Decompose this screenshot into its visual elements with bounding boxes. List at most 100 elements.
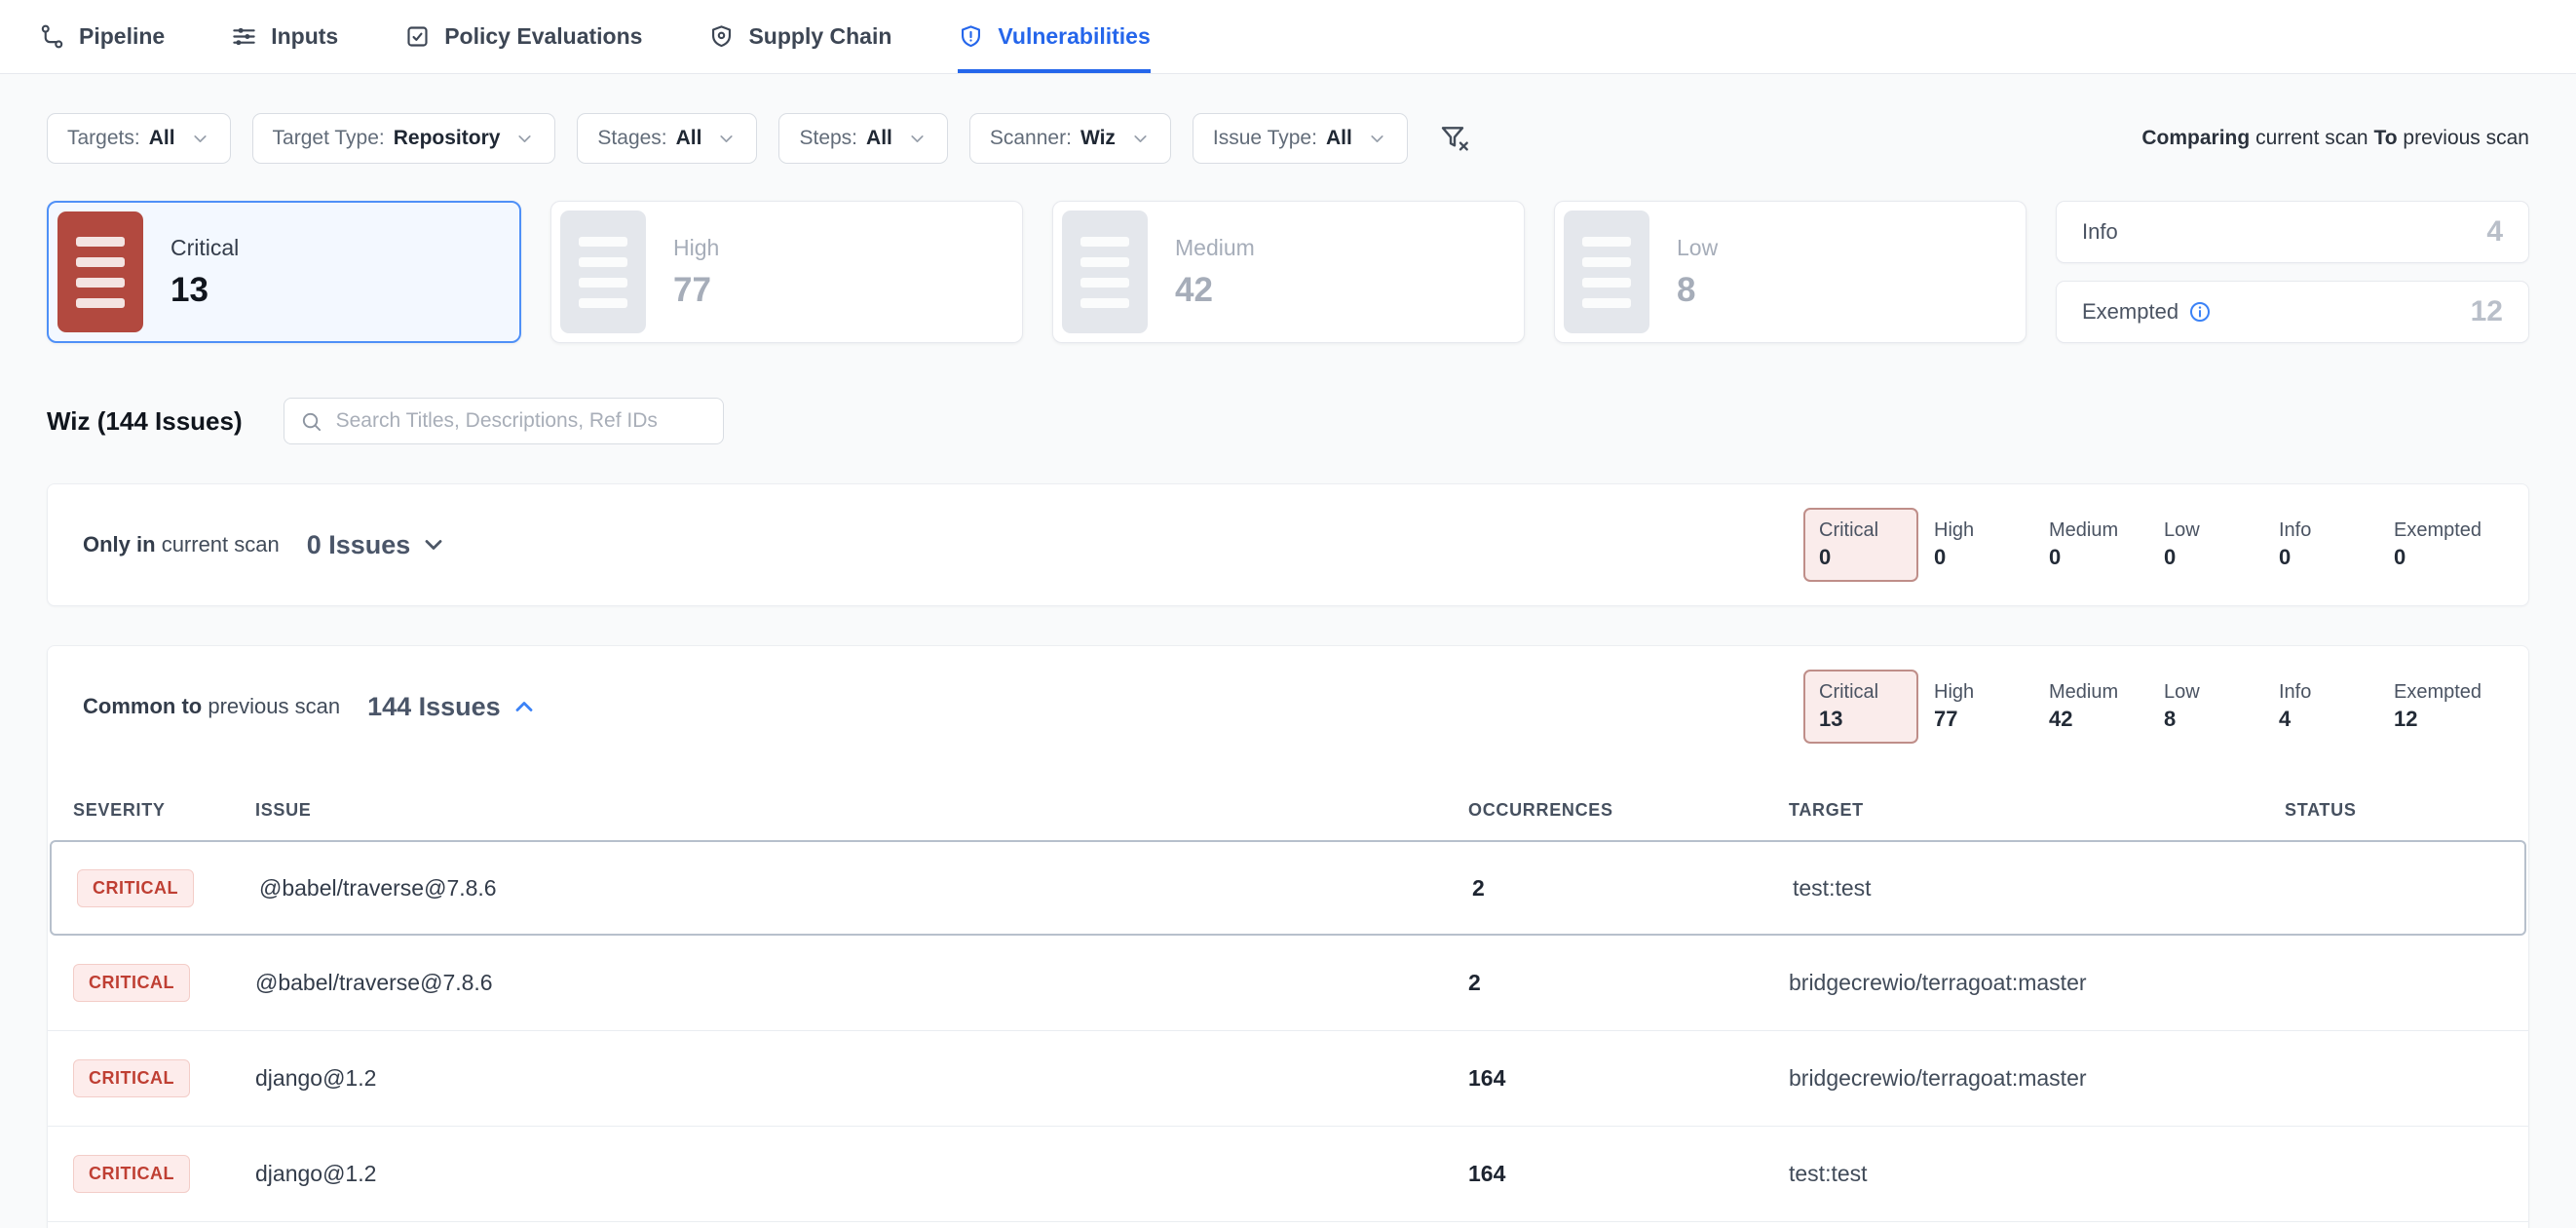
group-count-toggle[interactable]: 144 Issues <box>367 692 538 722</box>
severity-card-low[interactable]: Low 8 <box>1554 201 2027 343</box>
filter-value: Wiz <box>1080 127 1116 150</box>
group-label: Common to previous scan <box>83 694 340 719</box>
chip-high[interactable]: High 77 <box>1918 670 2033 744</box>
chip-critical[interactable]: Critical 0 <box>1803 508 1918 582</box>
filter-label: Stages: <box>597 127 666 150</box>
info-card[interactable]: Info 4 <box>2056 201 2529 263</box>
chip-low[interactable]: Low 8 <box>2148 670 2263 744</box>
search-icon <box>300 410 322 433</box>
group-header: Common to previous scan 144 Issues Criti… <box>48 646 2528 767</box>
chip-exempted[interactable]: Exempted 0 <box>2378 508 2493 582</box>
chevron-down-icon <box>1130 129 1151 149</box>
exempted-card[interactable]: Exempted 12 <box>2056 281 2529 343</box>
filter-issue-type[interactable]: Issue Type: All <box>1193 113 1408 164</box>
group-header: Only in current scan 0 Issues Critical 0… <box>48 484 2528 605</box>
filter-target-type[interactable]: Target Type: Repository <box>252 113 556 164</box>
severity-badge: CRITICAL <box>77 869 194 907</box>
filter-label: Steps: <box>799 127 857 150</box>
chip-info[interactable]: Info 4 <box>2263 670 2378 744</box>
severity-badge: CRITICAL <box>73 1059 190 1097</box>
chip-low[interactable]: Low 0 <box>2148 508 2263 582</box>
chevron-down-icon <box>907 129 928 149</box>
severity-list-icon <box>57 211 143 332</box>
issue-cell: @babel/traverse@7.8.6 <box>259 875 1472 902</box>
group-only-in-current-scan: Only in current scan 0 Issues Critical 0… <box>47 483 2529 606</box>
occurrences-cell: 164 <box>1468 1065 1789 1092</box>
col-header-issue: ISSUE <box>255 800 1468 821</box>
severity-card-value: 42 <box>1175 271 1255 310</box>
severity-card-label: High <box>673 235 719 261</box>
severity-card-high[interactable]: High 77 <box>550 201 1023 343</box>
filter-clear-icon <box>1439 123 1470 154</box>
inputs-icon <box>231 23 257 50</box>
filter-value: All <box>866 127 892 150</box>
filter-scanner[interactable]: Scanner: Wiz <box>969 113 1171 164</box>
target-cell: bridgecrewio/terragoat:master <box>1789 1065 2285 1092</box>
policy-evaluations-icon <box>404 23 431 50</box>
severity-list-icon <box>1062 211 1148 333</box>
severity-chips: Critical 0 High 0 Medium 0 Low 0 Info 0 … <box>1803 508 2493 582</box>
chip-medium[interactable]: Medium 42 <box>2033 670 2148 744</box>
tab-label: Pipeline <box>79 23 165 50</box>
target-cell: test:test <box>1793 875 2289 902</box>
severity-card-critical[interactable]: Critical 13 <box>47 201 521 343</box>
tab-pipeline[interactable]: Pipeline <box>39 0 165 73</box>
group-count-toggle[interactable]: 0 Issues <box>307 530 448 560</box>
comparing-bold: Comparing <box>2141 127 2250 149</box>
target-cell: bridgecrewio/terragoat:master <box>1789 970 2285 996</box>
severity-list-icon <box>1564 211 1649 333</box>
tab-policy-evaluations[interactable]: Policy Evaluations <box>404 0 642 73</box>
search-input[interactable] <box>336 409 707 433</box>
table-row[interactable]: CRITICAL @babel/traverse@7.8.6 2 bridgec… <box>48 936 2528 1031</box>
clear-filters-button[interactable] <box>1439 123 1470 154</box>
chip-medium[interactable]: Medium 0 <box>2033 508 2148 582</box>
pipeline-icon <box>39 23 65 50</box>
tab-label: Policy Evaluations <box>444 23 642 50</box>
supply-chain-icon <box>708 23 735 50</box>
filter-label: Targets: <box>67 127 140 150</box>
chip-exempted[interactable]: Exempted 12 <box>2378 670 2493 744</box>
group-common-to-previous-scan: Common to previous scan 144 Issues Criti… <box>47 645 2529 1228</box>
chevron-down-icon <box>716 129 737 149</box>
col-header-severity: SEVERITY <box>73 800 255 821</box>
severity-card-value: 8 <box>1677 271 1718 310</box>
info-card-label: Info <box>2082 219 2118 245</box>
chevron-down-icon <box>190 129 210 149</box>
table-row[interactable]: CRITICAL django@1.2 164 bridgecrewio/ter… <box>48 1031 2528 1127</box>
issue-cell: @babel/traverse@7.8.6 <box>255 970 1468 996</box>
severity-card-label: Low <box>1677 235 1718 261</box>
scanner-section-header: Wiz (144 Issues) <box>47 398 2529 444</box>
chip-high[interactable]: High 0 <box>1918 508 2033 582</box>
severity-card-label: Medium <box>1175 235 1255 261</box>
filter-targets[interactable]: Targets: All <box>47 113 231 164</box>
filter-value: All <box>149 127 175 150</box>
exempted-card-value: 12 <box>2471 295 2503 328</box>
chevron-up-icon <box>511 693 538 720</box>
tab-supply-chain[interactable]: Supply Chain <box>708 0 891 73</box>
filter-stages[interactable]: Stages: All <box>577 113 757 164</box>
chip-info[interactable]: Info 0 <box>2263 508 2378 582</box>
table-header: SEVERITY ISSUE OCCURRENCES TARGET STATUS <box>48 767 2528 840</box>
table-row[interactable]: CRITICAL django@1.2 164 test:test <box>48 1127 2528 1222</box>
filter-value: All <box>1326 127 1352 150</box>
severity-chips: Critical 13 High 77 Medium 42 Low 8 Info… <box>1803 670 2493 744</box>
occurrences-cell: 2 <box>1468 970 1789 996</box>
col-header-occurrences: OCCURRENCES <box>1468 800 1789 821</box>
severity-cards-row: Critical 13 High 77 Medium 42 Low 8 Info… <box>47 201 2529 343</box>
tab-bar: Pipeline Inputs Policy Evaluations Suppl… <box>0 0 2576 74</box>
severity-card-label: Critical <box>170 235 239 261</box>
side-cards-column: Info 4 Exempted 12 <box>2056 201 2529 343</box>
exempted-card-label: Exempted <box>2082 299 2178 325</box>
tab-label: Supply Chain <box>748 23 891 50</box>
col-header-target: TARGET <box>1789 800 2285 821</box>
tab-inputs[interactable]: Inputs <box>231 0 338 73</box>
occurrences-cell: 2 <box>1472 875 1793 902</box>
table-row[interactable]: CRITICAL @babel/traverse@7.8.6 2 test:te… <box>50 840 2526 936</box>
issue-cell: django@1.2 <box>255 1161 1468 1187</box>
search-box[interactable] <box>284 398 724 444</box>
severity-card-medium[interactable]: Medium 42 <box>1052 201 1525 343</box>
tab-vulnerabilities[interactable]: Vulnerabilities <box>958 0 1150 73</box>
info-icon[interactable] <box>2188 300 2212 324</box>
filter-steps[interactable]: Steps: All <box>778 113 947 164</box>
chip-critical[interactable]: Critical 13 <box>1803 670 1918 744</box>
